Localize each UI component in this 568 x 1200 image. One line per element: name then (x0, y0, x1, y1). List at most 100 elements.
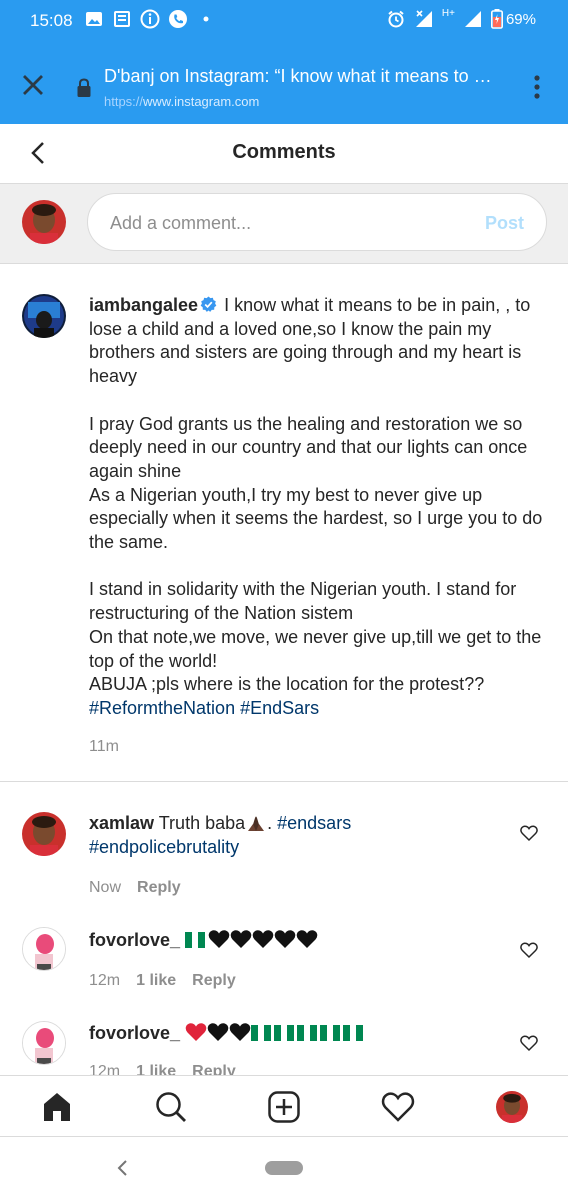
url-protocol: https:// (104, 94, 144, 109)
nigeria-flag-icon (320, 1024, 341, 1041)
comment-body-suffix: . (267, 813, 278, 833)
red-heart-icon (185, 1023, 207, 1041)
add-comment-bar: Add a comment... Post (0, 184, 568, 264)
hashtag-link[interactable]: #EndSars (240, 698, 319, 718)
list-item: xamlaw Truth baba. #endsars #endpolicebr… (0, 782, 568, 912)
page-url: https://www.instagram.com (104, 94, 259, 109)
nigeria-flag-icon (185, 931, 206, 948)
bottom-navigation (0, 1075, 568, 1137)
profile-avatar[interactable] (496, 1091, 528, 1123)
nigeria-flag-icon (274, 1024, 295, 1041)
black-heart-icon (208, 930, 230, 948)
news-icon (114, 11, 130, 27)
comment-body: Truth baba (158, 813, 246, 833)
caption-time: 11m (89, 738, 119, 755)
battery-icon (490, 9, 503, 29)
comment-time: 12m (89, 972, 121, 989)
black-heart-icon (230, 930, 252, 948)
likes-count[interactable]: 1 like (136, 972, 176, 989)
user-photo (22, 812, 66, 856)
black-heart-icon (274, 930, 296, 948)
caption-paragraph: I stand in solidarity with the Nigerian … (89, 579, 517, 624)
caption-hashtags: #ReformtheNation #EndSars (89, 697, 547, 721)
user-photo (22, 200, 66, 244)
signal-icon (464, 11, 481, 27)
comment-username[interactable]: fovorlove_ (89, 930, 180, 950)
lock-icon (77, 78, 91, 97)
network-type-label: H+ (441, 7, 455, 19)
url-host: www.instagram.com (143, 94, 260, 109)
hashtag-link[interactable]: #endpolicebrutality (89, 836, 509, 860)
verified-badge-icon (200, 296, 217, 312)
custom-tab-toolbar: D'banj on Instagram: “I know what it mea… (0, 48, 568, 124)
battery-percent: 69% (505, 10, 536, 28)
list-item: fovorlove_ 12m 1 like Reply (0, 1007, 568, 1075)
comment-text: fovorlove_ (89, 1022, 509, 1046)
caption-username[interactable]: iambangalee (89, 295, 198, 315)
dot-icon (203, 16, 209, 22)
system-icons: H+ 69% (386, 7, 536, 29)
avatar[interactable] (22, 1021, 66, 1065)
battery-indicator: 69% (490, 9, 536, 29)
reply-button[interactable]: Reply (192, 972, 236, 989)
comment-input[interactable]: Add a comment... Post (87, 193, 547, 251)
comment-text: xamlaw Truth baba. #endsars #endpolicebr… (89, 812, 509, 859)
system-navigation-bar (0, 1137, 568, 1200)
caption-text: iambangalee I know what it means to be i… (89, 294, 547, 721)
like-heart-icon[interactable] (520, 824, 538, 842)
avatar[interactable] (22, 294, 66, 338)
comment-meta: 12m 1 like Reply (89, 972, 236, 990)
post-caption: iambangalee I know what it means to be i… (0, 264, 568, 782)
avatar[interactable] (22, 812, 66, 856)
likes-count[interactable]: 1 like (136, 1063, 176, 1075)
signal-x-icon (415, 10, 432, 27)
page-title: D'banj on Instagram: “I know what it mea… (104, 66, 492, 86)
black-heart-icon (207, 1023, 229, 1041)
caption-paragraph: As a Nigerian youth,I try my best to nev… (89, 484, 543, 553)
avatar[interactable] (22, 927, 66, 971)
home-icon[interactable] (40, 1090, 74, 1124)
comment-text: fovorlove_ (89, 929, 509, 953)
nigeria-flag-icon (343, 1024, 364, 1041)
caption-paragraph: I pray God grants us the healing and res… (89, 413, 528, 481)
comment-username[interactable]: fovorlove_ (89, 1023, 180, 1043)
nigeria-flag-icon (251, 1024, 272, 1041)
phone-call-icon (169, 10, 187, 28)
caption-paragraph: ABUJA ;pls where is the location for the… (89, 674, 485, 695)
hashtag-link[interactable]: #endsars (277, 813, 351, 833)
avatar[interactable] (22, 200, 66, 244)
system-home-pill[interactable] (265, 1161, 303, 1175)
post-button[interactable]: Post (485, 213, 524, 234)
search-icon[interactable] (154, 1090, 188, 1124)
comment-meta: Now Reply (89, 879, 181, 897)
more-options-icon[interactable] (528, 74, 546, 100)
reply-button[interactable]: Reply (137, 879, 181, 896)
comment-placeholder: Add a comment... (110, 213, 252, 233)
activity-heart-icon[interactable] (381, 1090, 415, 1124)
reply-button[interactable]: Reply (192, 1063, 236, 1075)
status-bar: 15:08 H+ 69% (0, 0, 568, 40)
status-time: 15:08 (30, 11, 73, 30)
like-heart-icon[interactable] (520, 1034, 538, 1052)
user-photo (23, 928, 65, 970)
comment-time: 12m (89, 1063, 121, 1075)
info-icon (140, 9, 160, 29)
comments-header: Comments (0, 124, 568, 184)
black-heart-icon (252, 930, 274, 948)
user-photo (22, 294, 66, 338)
gallery-icon (86, 12, 102, 26)
close-icon[interactable] (20, 72, 46, 98)
alarm-icon (388, 10, 404, 28)
list-item: fovorlove_ 12m 1 like Reply (0, 912, 568, 1007)
user-photo (496, 1091, 528, 1123)
system-back-icon[interactable] (114, 1157, 132, 1179)
browser-top-bar: 15:08 H+ 69% D'banj on Instagram: “I kno… (0, 0, 568, 124)
comment-username[interactable]: xamlaw (89, 813, 154, 833)
page-heading: Comments (232, 141, 336, 163)
nigeria-flag-icon (297, 1024, 318, 1041)
comment-time: Now (89, 879, 122, 896)
like-heart-icon[interactable] (520, 941, 538, 959)
hashtag-link[interactable]: #ReformtheNation (89, 698, 235, 718)
new-post-icon[interactable] (267, 1090, 301, 1124)
black-heart-icon (229, 1023, 251, 1041)
